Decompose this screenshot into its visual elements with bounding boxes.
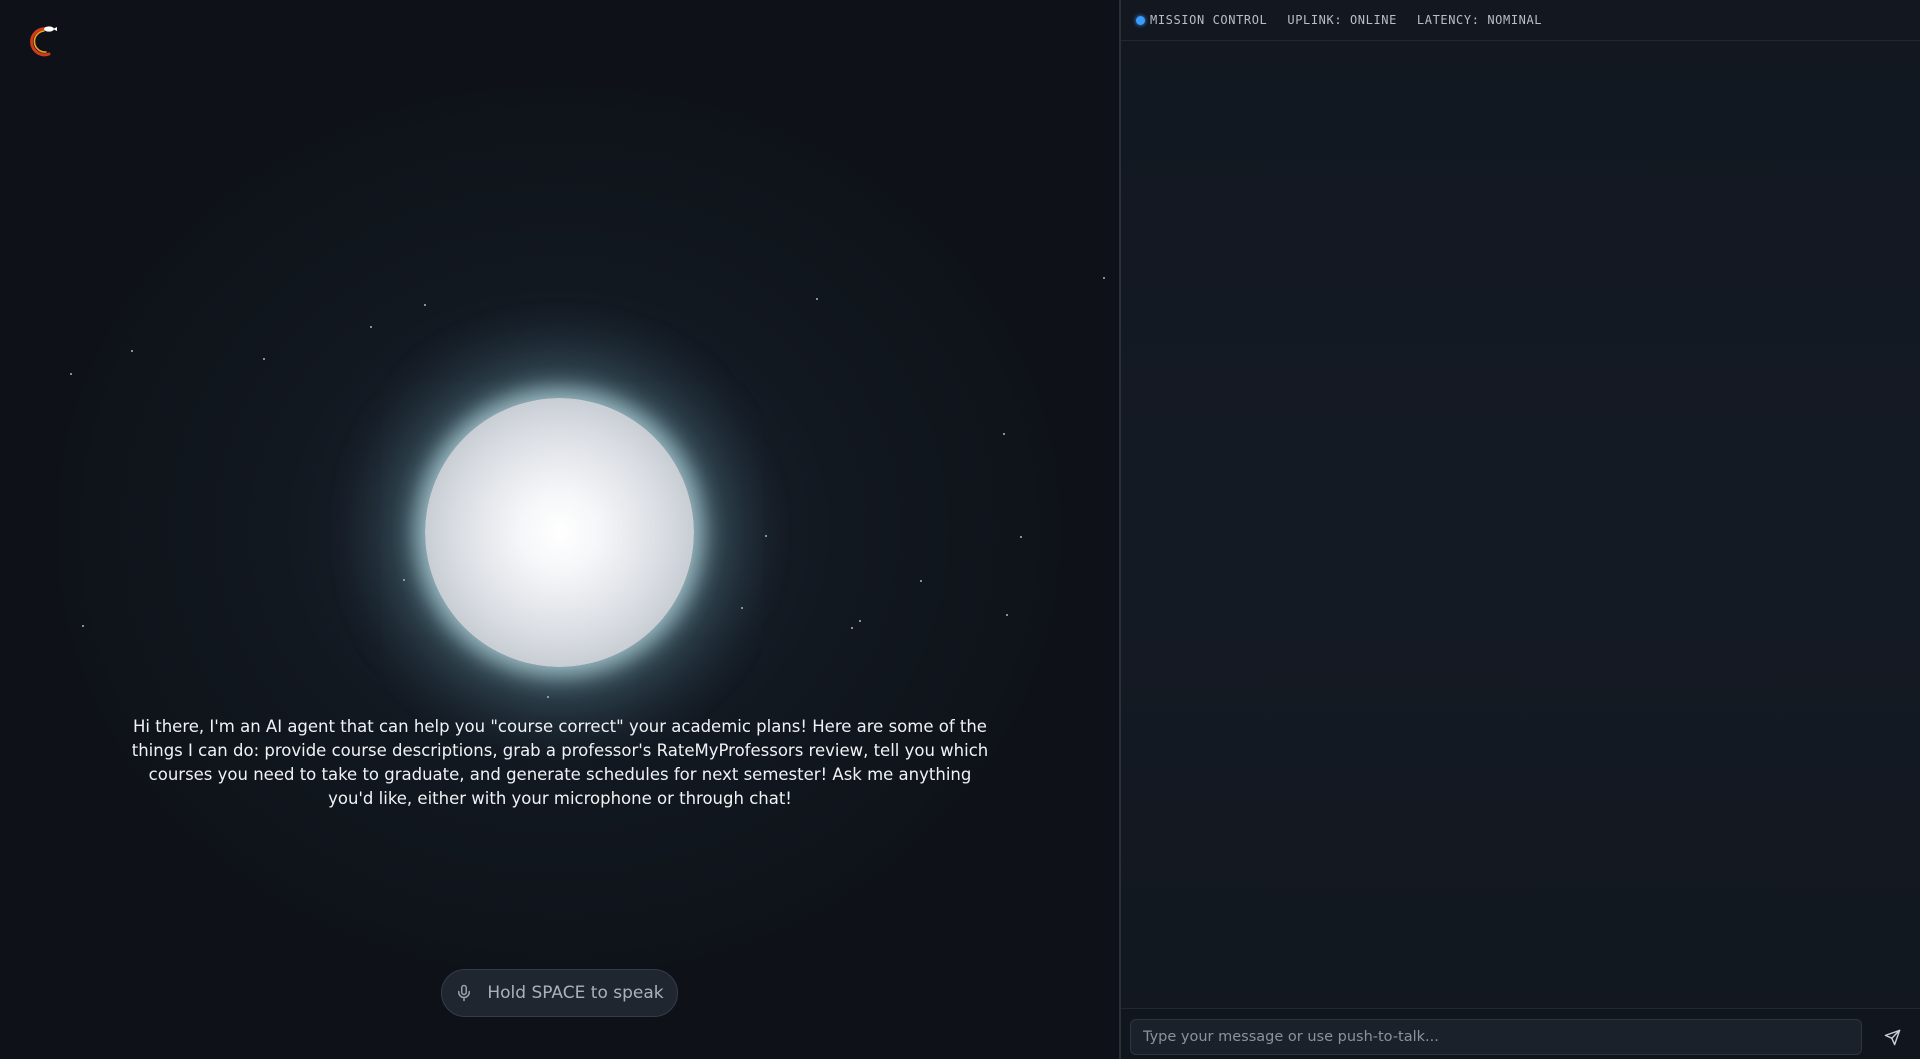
star [1003, 433, 1005, 435]
send-button[interactable] [1879, 1025, 1905, 1049]
push-to-talk-label: Hold SPACE to speak [487, 983, 664, 1003]
rocket-crescent-logo-icon[interactable] [27, 22, 61, 58]
status-title: MISSION CONTROL [1150, 13, 1268, 27]
star [82, 625, 84, 627]
chat-messages-area[interactable] [1121, 42, 1920, 1008]
push-to-talk-button[interactable]: Hold SPACE to speak [441, 969, 678, 1017]
status-title-group: MISSION CONTROL [1136, 13, 1267, 27]
star [1103, 277, 1105, 279]
intro-message: Hi there, I'm an AI agent that can help … [131, 717, 989, 808]
uplink-status: UPLINK: ONLINE [1287, 13, 1397, 27]
latency-status: LATENCY: NOMINAL [1416, 13, 1543, 27]
microphone-icon [458, 984, 471, 1002]
star [263, 358, 265, 360]
mission-control-status-bar: MISSION CONTROL UPLINK: ONLINE LATENCY: … [1121, 0, 1920, 41]
star [370, 326, 372, 328]
voice-pane: Hi there, I'm an AI agent that can help … [0, 0, 1120, 1059]
star [1020, 536, 1022, 538]
star [131, 350, 133, 352]
star [70, 373, 72, 375]
star [816, 298, 818, 300]
star [851, 627, 853, 629]
chat-pane: MISSION CONTROL UPLINK: ONLINE LATENCY: … [1121, 0, 1920, 1059]
star [859, 620, 861, 622]
chat-input-bar [1121, 1008, 1920, 1059]
voice-orb [425, 398, 694, 667]
send-icon [1884, 1029, 1900, 1045]
status-indicator-dot [1136, 15, 1145, 25]
star [920, 580, 922, 582]
star [1006, 614, 1008, 616]
chat-message-input[interactable] [1130, 1019, 1862, 1055]
